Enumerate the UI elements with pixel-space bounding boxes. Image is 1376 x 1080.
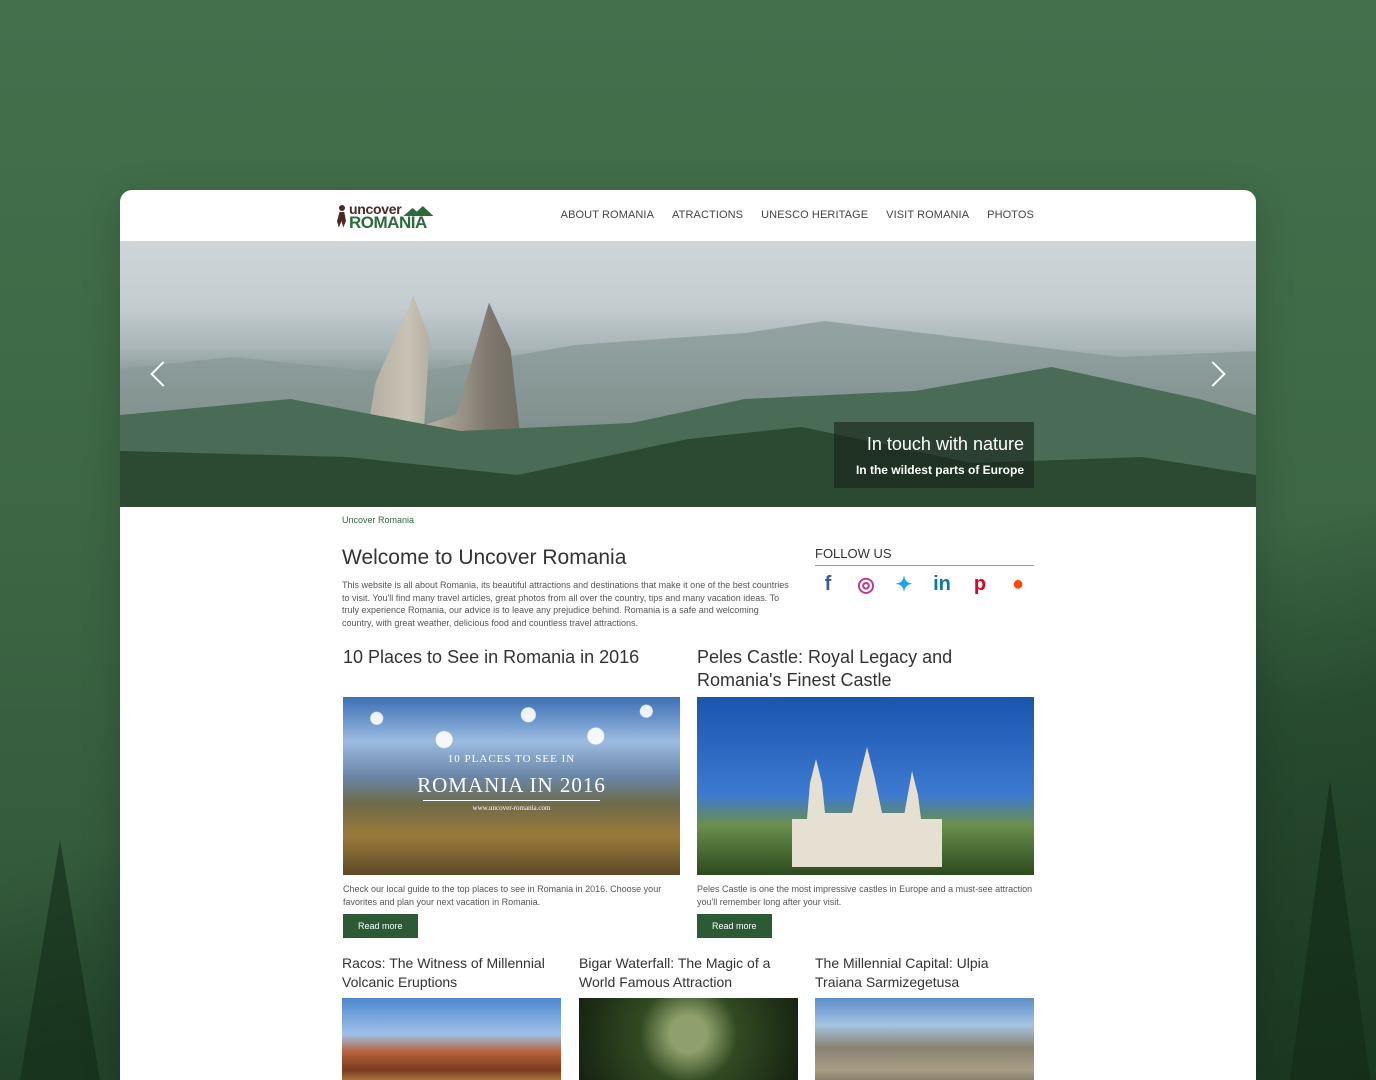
article-card-small: Racos: The Witness of Millennial Volcani…: [342, 954, 561, 1080]
article-excerpt: Peles Castle is one the most impressive …: [697, 884, 1033, 907]
article-title[interactable]: Peles Castle: Royal Legacy and Romania's…: [697, 646, 1034, 692]
breadcrumb[interactable]: Uncover Romania: [342, 515, 414, 525]
hero-caption-subtitle: In the wildest parts of Europe: [855, 463, 1024, 477]
image-overlay-text: 10 PLACES TO SEE IN: [447, 753, 576, 765]
logo-bottom-text: ROMANIA: [349, 213, 427, 232]
article-title[interactable]: The Millennial Capital: Ulpia Traiana Sa…: [815, 954, 1034, 992]
article-title[interactable]: Racos: The Witness of Millennial Volcani…: [342, 954, 561, 992]
castle-shape: [792, 747, 942, 867]
image-overlay-url: www.uncover-romania.com: [472, 804, 551, 812]
article-image[interactable]: [815, 998, 1034, 1080]
logo[interactable]: uncover ROMANIA: [336, 202, 434, 232]
instagram-icon[interactable]: ◎: [853, 572, 879, 597]
page-title: Welcome to Uncover Romania: [342, 546, 627, 569]
twitter-icon[interactable]: ✦: [891, 572, 917, 597]
hero-caption: In touch with nature In the wildest part…: [834, 422, 1034, 488]
nav-unesco-heritage[interactable]: UNESCO HERITAGE: [761, 209, 868, 221]
article-image[interactable]: 10 PLACES TO SEE IN ROMANIA IN 2016 www.…: [343, 697, 680, 875]
chevron-right-icon[interactable]: [1208, 359, 1228, 389]
mountain-icon: [403, 206, 434, 216]
follow-us-title: FOLLOW US: [815, 546, 1034, 566]
welcome-text: This website is all about Romania, its b…: [342, 580, 789, 628]
chevron-left-icon[interactable]: [148, 359, 168, 389]
article-card-small: Bigar Waterfall: The Magic of a World Fa…: [579, 954, 798, 1080]
main-nav: ABOUT ROMANIA ATRACTIONS UNESCO HERITAGE…: [561, 209, 1034, 221]
header: uncover ROMANIA ABOUT ROMANIA ATRACTIONS…: [120, 190, 1256, 241]
browser-frame: uncover ROMANIA ABOUT ROMANIA ATRACTIONS…: [120, 190, 1256, 1080]
article-image[interactable]: [342, 998, 561, 1080]
article-image[interactable]: [579, 998, 798, 1080]
article-image[interactable]: [697, 697, 1034, 875]
read-more-button[interactable]: Read more: [697, 914, 772, 938]
background-tree: [20, 840, 100, 1080]
article-card-small: The Millennial Capital: Ulpia Traiana Sa…: [815, 954, 1034, 1080]
article-excerpt: Check our local guide to the top places …: [343, 884, 662, 907]
article-title[interactable]: Bigar Waterfall: The Magic of a World Fa…: [579, 954, 798, 992]
hiker-icon: [336, 204, 348, 229]
facebook-icon[interactable]: f: [815, 573, 841, 596]
article-title[interactable]: 10 Places to See in Romania in 2016: [343, 646, 680, 692]
hero-slider: In touch with nature In the wildest part…: [120, 241, 1256, 507]
article-card: Peles Castle: Royal Legacy and Romania's…: [697, 646, 1034, 938]
follow-us: FOLLOW US f ◎ ✦ in p ●: [815, 546, 1034, 597]
background-tree: [1290, 780, 1370, 1080]
linkedin-icon[interactable]: in: [929, 573, 955, 596]
image-overlay-title: ROMANIA IN 2016: [417, 773, 606, 797]
article-card: 10 Places to See in Romania in 2016 10 P…: [343, 646, 680, 938]
read-more-button[interactable]: Read more: [343, 914, 418, 938]
hero-caption-title: In touch with nature: [866, 434, 1024, 454]
nav-photos[interactable]: PHOTOS: [987, 209, 1034, 221]
reddit-icon[interactable]: ●: [1005, 573, 1031, 596]
nav-visit-romania[interactable]: VISIT ROMANIA: [886, 209, 969, 221]
nav-atractions[interactable]: ATRACTIONS: [672, 209, 743, 221]
social-icons: f ◎ ✦ in p ●: [815, 572, 1034, 597]
pinterest-icon[interactable]: p: [967, 573, 993, 596]
nav-about-romania[interactable]: ABOUT ROMANIA: [561, 209, 654, 221]
